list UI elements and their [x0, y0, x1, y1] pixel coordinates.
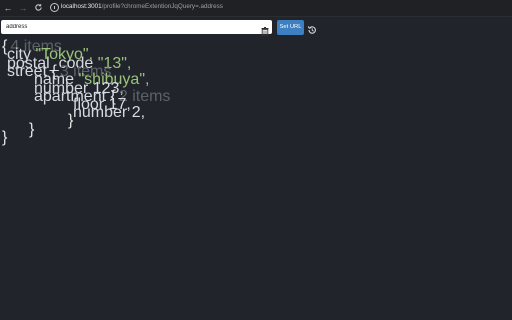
json-row: name "shibuya",	[34, 71, 149, 88]
history-icon[interactable]	[307, 22, 317, 34]
json-row: }	[68, 112, 73, 129]
browser-toolbar: ← → localhost:3001/profile?chromeExtenti…	[0, 0, 512, 17]
forward-arrow-icon[interactable]: →	[18, 3, 28, 13]
history-glyph	[307, 26, 316, 34]
reload-icon[interactable]	[33, 3, 43, 13]
address-bar[interactable]: localhost:3001/profile?chromeExtentionJq…	[61, 3, 223, 10]
json-brace: }	[2, 129, 8, 146]
json-row[interactable]: apartment {2 items	[34, 88, 170, 105]
json-row: postal_code "13",	[7, 55, 131, 72]
json-row[interactable]: street {3 items	[7, 63, 111, 80]
set-url-button[interactable]: Set URL	[277, 20, 304, 35]
reload-glyph	[34, 4, 42, 11]
json-row: number 123,	[34, 80, 124, 97]
query-input[interactable]	[6, 20, 246, 34]
json-row: floor 17,	[73, 96, 131, 113]
json-root-open-line[interactable]: {4 items	[2, 38, 62, 55]
trash-icon[interactable]	[261, 23, 269, 37]
back-arrow-icon[interactable]: ←	[3, 3, 13, 13]
json-row: number 2,	[73, 104, 145, 121]
json-brace: }	[68, 112, 74, 129]
url-path: /profile?chromeExtentionJqQuery=.address	[101, 3, 223, 10]
url-host: localhost:3001	[61, 3, 102, 10]
json-row: }	[2, 129, 7, 146]
site-info-icon[interactable]	[50, 3, 59, 12]
json-brace: }	[29, 121, 35, 138]
json-row: city "Tokyo",	[7, 46, 93, 63]
json-number-value: 2,	[131, 104, 146, 121]
query-box	[1, 20, 272, 37]
json-key: number	[73, 104, 128, 121]
json-row: }	[29, 121, 34, 138]
trash-glyph	[261, 27, 269, 37]
